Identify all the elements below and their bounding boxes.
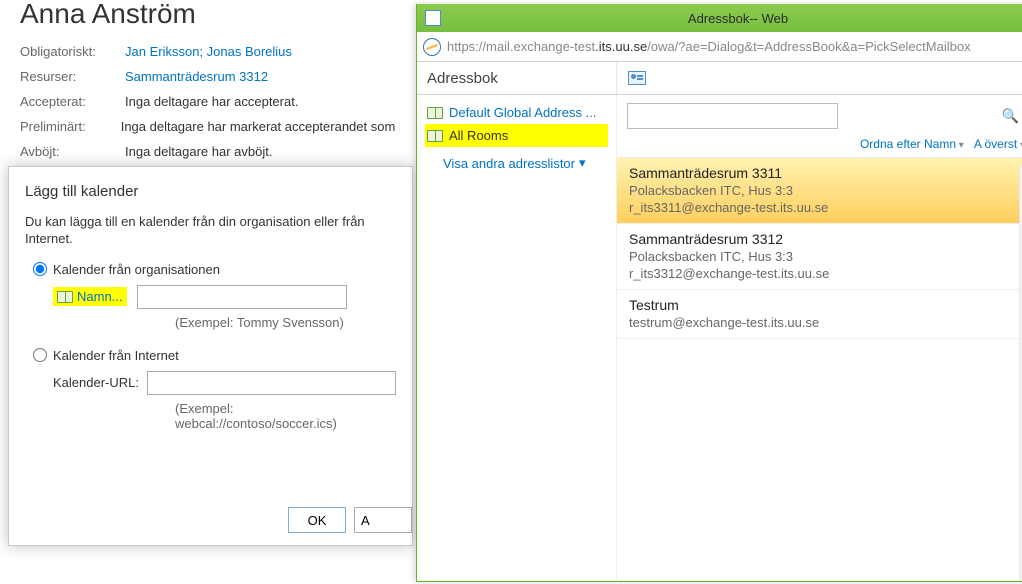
dialog-intro: Du kan lägga till en kalender från din o…	[25, 214, 396, 248]
url-host-dark: .its.uu.se	[595, 39, 647, 54]
cancel-button[interactable]: A	[354, 507, 412, 533]
result-title: Sammanträdesrum 3311	[629, 165, 1022, 181]
contact-card-icon[interactable]	[627, 68, 647, 88]
addressbook-icon	[57, 291, 73, 303]
url-label: Kalender-URL:	[53, 375, 139, 390]
result-title: Sammanträdesrum 3312	[629, 231, 1022, 247]
label-obligatoriskt: Obligatoriskt:	[20, 44, 125, 59]
ab-toolbar: Adressbok	[417, 62, 1022, 95]
person-name-heading: Anna Anström	[20, 0, 400, 30]
add-calendar-dialog: Lägg till kalender Du kan lägga till en …	[8, 166, 413, 546]
name-picker-button[interactable]: Namn...	[53, 287, 127, 306]
url-text: https://mail.exchange-test.its.uu.se/owa…	[447, 39, 971, 54]
radio-org[interactable]	[33, 262, 47, 276]
search-icon[interactable]: 🔍	[1002, 108, 1019, 125]
url-input[interactable]	[147, 371, 396, 395]
addresslist-label: Default Global Address ...	[449, 105, 596, 120]
url-path: /owa/?ae=Dialog&t=AddressBook&a=PickSele…	[647, 39, 970, 54]
page-icon	[425, 10, 441, 26]
url-example: (Exempel: webcal://contoso/soccer.ics)	[175, 401, 396, 431]
label-preliminart: Preliminärt:	[20, 119, 121, 134]
radio-org-label: Kalender från organisationen	[53, 262, 220, 277]
list-item[interactable]: Sammanträdesrum 3311 Polacksbacken ITC, …	[617, 158, 1022, 224]
window-title: Adressbok-- Web	[449, 11, 1022, 26]
value-obligatoriskt[interactable]: Jan Eriksson; Jonas Borelius	[125, 44, 292, 59]
dialog-title: Lägg till kalender	[25, 183, 396, 200]
calendar-info-panel: Anna Anström Obligatoriskt: Jan Eriksson…	[0, 0, 420, 169]
addresslist-default-gal[interactable]: Default Global Address ...	[425, 101, 608, 124]
chevron-down-icon: ▾	[579, 155, 586, 171]
sort-dir-dropdown[interactable]: A överst	[974, 137, 1022, 151]
value-resurser[interactable]: Sammanträdesrum 3312	[125, 69, 268, 84]
ok-button[interactable]: OK	[288, 507, 346, 533]
result-sub: Polacksbacken ITC, Hus 3:3	[629, 183, 1022, 198]
radio-org-row[interactable]: Kalender från organisationen	[33, 262, 396, 277]
addresslist-nav: Default Global Address ... All Rooms Vis…	[417, 95, 617, 581]
show-other-label: Visa andra adresslistor	[443, 156, 575, 171]
label-accepterat: Accepterat:	[20, 94, 125, 109]
url-host-grey: mail.exchange-test	[486, 39, 595, 54]
result-title: Testrum	[629, 297, 1022, 313]
url-scheme: https://	[447, 39, 486, 54]
name-picker-label: Namn...	[77, 289, 123, 304]
result-mail: testrum@exchange-test.its.uu.se	[629, 315, 1022, 330]
label-avbojt: Avböjt:	[20, 144, 125, 159]
sort-by-dropdown[interactable]: Ordna efter Namn	[860, 137, 964, 151]
addressbook-window: Adressbok-- Web https://mail.exchange-te…	[416, 4, 1022, 582]
value-accepterat: Inga deltagare har accepterat.	[125, 94, 298, 109]
address-bar[interactable]: https://mail.exchange-test.its.uu.se/owa…	[417, 32, 1022, 62]
value-avbojt: Inga deltagare har avböjt.	[125, 144, 272, 159]
ie-icon	[423, 38, 441, 56]
radio-internet-label: Kalender från Internet	[53, 348, 179, 363]
result-mail: r_its3311@exchange-test.its.uu.se	[629, 200, 1022, 215]
search-input[interactable]	[627, 103, 838, 129]
window-titlebar[interactable]: Adressbok-- Web	[417, 4, 1022, 32]
list-item[interactable]: Testrum testrum@exchange-test.its.uu.se	[617, 290, 1022, 339]
value-preliminart: Inga deltagare har markerat accepterande…	[121, 119, 400, 134]
addresslist-label: All Rooms	[449, 128, 508, 143]
radio-internet[interactable]	[33, 348, 47, 362]
result-sub: Polacksbacken ITC, Hus 3:3	[629, 249, 1022, 264]
list-item[interactable]: Sammanträdesrum 3312 Polacksbacken ITC, …	[617, 224, 1022, 290]
addresslist-all-rooms[interactable]: All Rooms	[425, 124, 608, 147]
radio-internet-row[interactable]: Kalender från Internet	[33, 348, 396, 363]
addressbook-icon	[427, 107, 443, 119]
result-mail: r_its3312@exchange-test.its.uu.se	[629, 266, 1022, 281]
label-resurser: Resurser:	[20, 69, 125, 84]
name-input[interactable]	[137, 285, 347, 309]
addressbook-icon	[427, 130, 443, 142]
show-other-lists[interactable]: Visa andra adresslistor ▾	[425, 155, 608, 171]
results-panel: 🔍 Ordna efter Namn A överst Sammanträdes…	[617, 95, 1022, 581]
name-example: (Exempel: Tommy Svensson)	[175, 315, 396, 330]
toolbar-label: Adressbok	[417, 62, 617, 94]
results-list: Sammanträdesrum 3311 Polacksbacken ITC, …	[617, 157, 1022, 581]
